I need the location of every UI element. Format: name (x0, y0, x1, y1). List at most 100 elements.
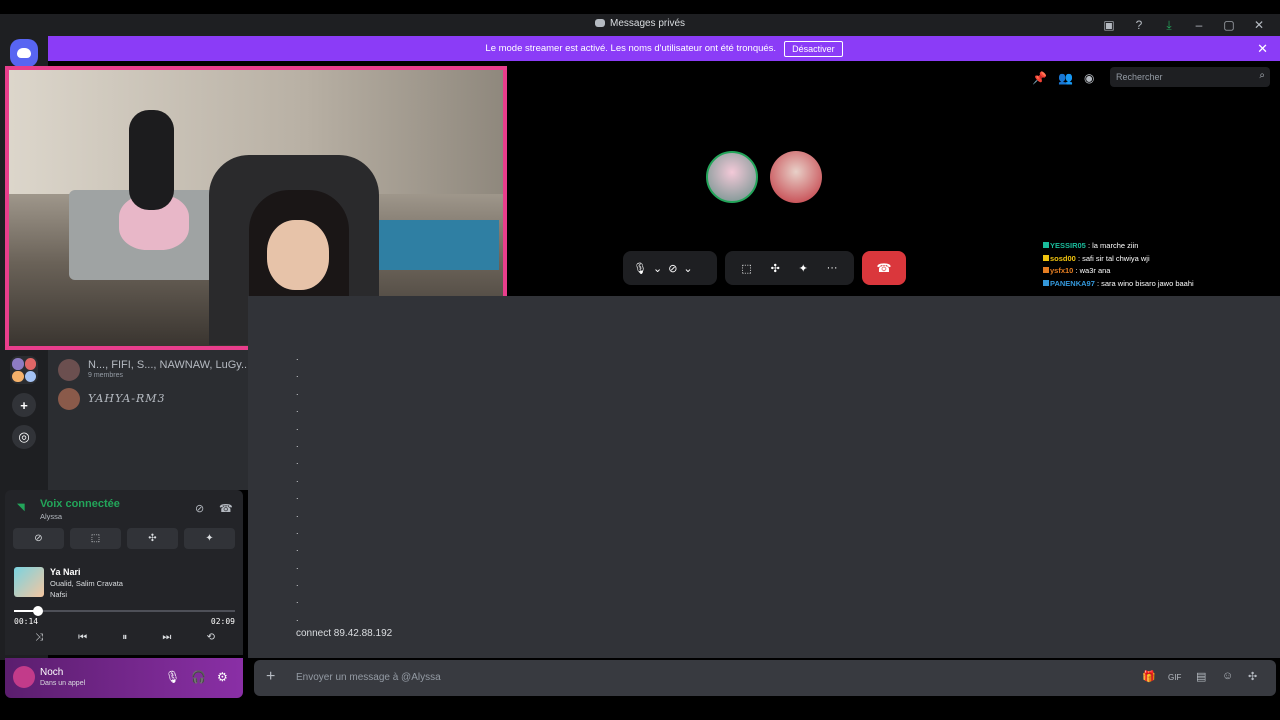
message-text: . (296, 595, 299, 606)
sticker-icon[interactable]: ▤ (1196, 670, 1206, 683)
user-name[interactable]: Noch (40, 667, 63, 678)
gif-icon[interactable]: GIF (1168, 673, 1181, 682)
title-bar: Messages privés ▣ ? ⤓ – ▢ ✕ (0, 14, 1280, 36)
disable-streamer-button[interactable]: Désactiver (784, 40, 843, 57)
profile-icon[interactable]: ◉ (1084, 71, 1094, 85)
discord-small-icon (594, 19, 605, 27)
activities-icon[interactable]: ✣ (771, 262, 780, 275)
avatar (58, 359, 80, 381)
minimize-button[interactable]: – (1184, 16, 1214, 34)
message-text: connect 89.42.88.192 (296, 628, 393, 639)
close-button[interactable]: ✕ (1244, 16, 1274, 34)
gift-icon[interactable]: 🎁 (1142, 670, 1156, 683)
inbox-icon[interactable]: ▣ (1094, 16, 1124, 34)
screen-share-icon[interactable]: ⬚ (741, 262, 751, 275)
download-icon[interactable]: ⤓ (1154, 16, 1184, 34)
attach-icon[interactable]: + (266, 668, 275, 686)
total-time: 02:09 (210, 617, 235, 626)
headphones-icon[interactable]: 🎧 (191, 670, 206, 684)
badge-icon (1043, 242, 1049, 248)
soundboard-icon[interactable]: ✦ (799, 262, 808, 275)
chat-line: ysfx10 : wa3r ana (1043, 266, 1243, 279)
dm-item-user[interactable]: YAHYA-RM3 (58, 385, 243, 415)
explore-servers-icon[interactable]: ◎ (12, 425, 36, 449)
hangup-button[interactable]: ☎ (862, 251, 906, 285)
mic-icon[interactable]: 🎙 (633, 262, 647, 275)
chat-user: ysfx10 (1050, 266, 1074, 275)
previous-icon[interactable]: ⏮ (78, 632, 87, 643)
song-artist: Oualid, Salim Cravata (50, 579, 123, 588)
noise-suppression-icon[interactable]: ⊘ (195, 502, 204, 515)
add-friends-icon[interactable]: 👥 (1058, 71, 1073, 85)
dm-list: N..., FIFI, S..., NAWNAW, LuGy... 9 memb… (48, 350, 250, 490)
repeat-icon[interactable]: ⟲ (207, 632, 215, 643)
chat-message: : wa3r ana (1073, 266, 1111, 275)
soundboard-button[interactable]: ✦ (184, 528, 235, 549)
message-text: . (296, 491, 299, 502)
participant-avatar[interactable] (770, 151, 822, 203)
more-icon[interactable]: ··· (827, 262, 838, 274)
camera-off-icon[interactable]: ⊘ (668, 262, 677, 275)
user-avatar[interactable] (13, 666, 35, 688)
help-icon[interactable]: ? (1124, 16, 1154, 34)
chat-message: : la marche ziin (1085, 241, 1139, 250)
pin-icon[interactable]: 📌 (1032, 71, 1047, 85)
add-server-button[interactable]: + (12, 393, 36, 417)
chat-user: sosd00 (1050, 253, 1076, 263)
message-text: . (296, 438, 299, 449)
message-text: . (296, 421, 299, 432)
message-composer[interactable]: + Envoyer un message à @Alyssa 🎁 GIF ▤ ☺… (254, 660, 1276, 696)
mic-icon[interactable]: 🎙 (165, 670, 180, 684)
message-text: . (296, 525, 299, 536)
server-folder[interactable] (10, 356, 38, 384)
song-title: Ya Nari (50, 567, 81, 577)
message-text: . (296, 508, 299, 519)
activities-button[interactable]: ✣ (127, 528, 178, 549)
disconnect-icon[interactable]: ☎ (219, 502, 233, 515)
emoji-icon[interactable]: ☺ (1222, 670, 1233, 682)
stream-chat-overlay: YESSIR05 : la marche ziin sosd00 : safi s… (1043, 241, 1243, 291)
settings-icon[interactable]: ⚙ (217, 670, 228, 684)
elapsed-time: 00:14 (14, 617, 39, 626)
chat-message: : sara wino bisaro jawo baahi (1094, 278, 1194, 288)
screen-share-button[interactable]: ⬚ (70, 528, 121, 549)
dm-item-group[interactable]: N..., FIFI, S..., NAWNAW, LuGy... 9 memb… (58, 356, 250, 386)
search-icon: ⌕ (1259, 70, 1265, 81)
pause-icon[interactable]: ⏸ (122, 632, 127, 643)
search-placeholder: Rechercher (1116, 72, 1163, 82)
chat-user: YESSIR05 (1050, 241, 1086, 250)
song-album: Nafsi (50, 590, 68, 599)
mic-camera-controls: 🎙 ⌄ ⊘ ⌄ (623, 251, 717, 285)
apps-icon[interactable]: ✣ (1248, 670, 1257, 683)
progress-handle[interactable] (33, 606, 44, 616)
message-text: . (296, 352, 299, 362)
voice-status[interactable]: Voix connectée (40, 498, 120, 510)
message-text: . (296, 560, 299, 571)
search-input[interactable]: Rechercher ⌕ (1110, 67, 1270, 87)
chat-user: PANENKA97 (1050, 278, 1095, 288)
badge-icon (1043, 254, 1049, 261)
banner-close-icon[interactable]: ✕ (1257, 41, 1268, 57)
call-action-controls: ⬚ ✣ ✦ ··· (725, 251, 854, 285)
chat-line: PANENKA97 : sara wino bisaro jawo baahi (1043, 279, 1243, 292)
chat-message: : safi sir tal chwiya wji (1075, 253, 1150, 263)
microphone-image (129, 110, 174, 210)
dm-name: YAHYA-RM3 (88, 392, 166, 405)
dm-name: N..., FIFI, S..., NAWNAW, LuGy... (88, 359, 251, 371)
maximize-button[interactable]: ▢ (1214, 16, 1244, 34)
participant-avatar[interactable] (706, 151, 758, 203)
next-icon[interactable]: ⏭ (162, 632, 171, 643)
progress-track[interactable] (14, 606, 235, 616)
chevron-down-icon[interactable]: ⌄ (653, 262, 662, 275)
chevron-down-icon[interactable]: ⌄ (683, 262, 692, 275)
message-text: . (296, 386, 299, 397)
window-title: Messages privés (0, 18, 1280, 29)
user-panel: Noch Dans un appel 🎙 🎧 ⚙ (5, 658, 243, 698)
shuffle-icon[interactable]: ⤨ (35, 632, 43, 643)
chat-line: sosd00 : safi sir tal chwiya wji (1043, 254, 1243, 267)
message-text: . (296, 578, 299, 589)
voice-panel: ◥ Voix connectée Alyssa ⊘ ☎ ⊘ ⬚ ✣ ✦ Ya N… (5, 490, 243, 655)
voice-channel: Alyssa (40, 512, 63, 521)
discord-home-icon[interactable] (10, 39, 38, 67)
camera-button[interactable]: ⊘ (13, 528, 64, 549)
